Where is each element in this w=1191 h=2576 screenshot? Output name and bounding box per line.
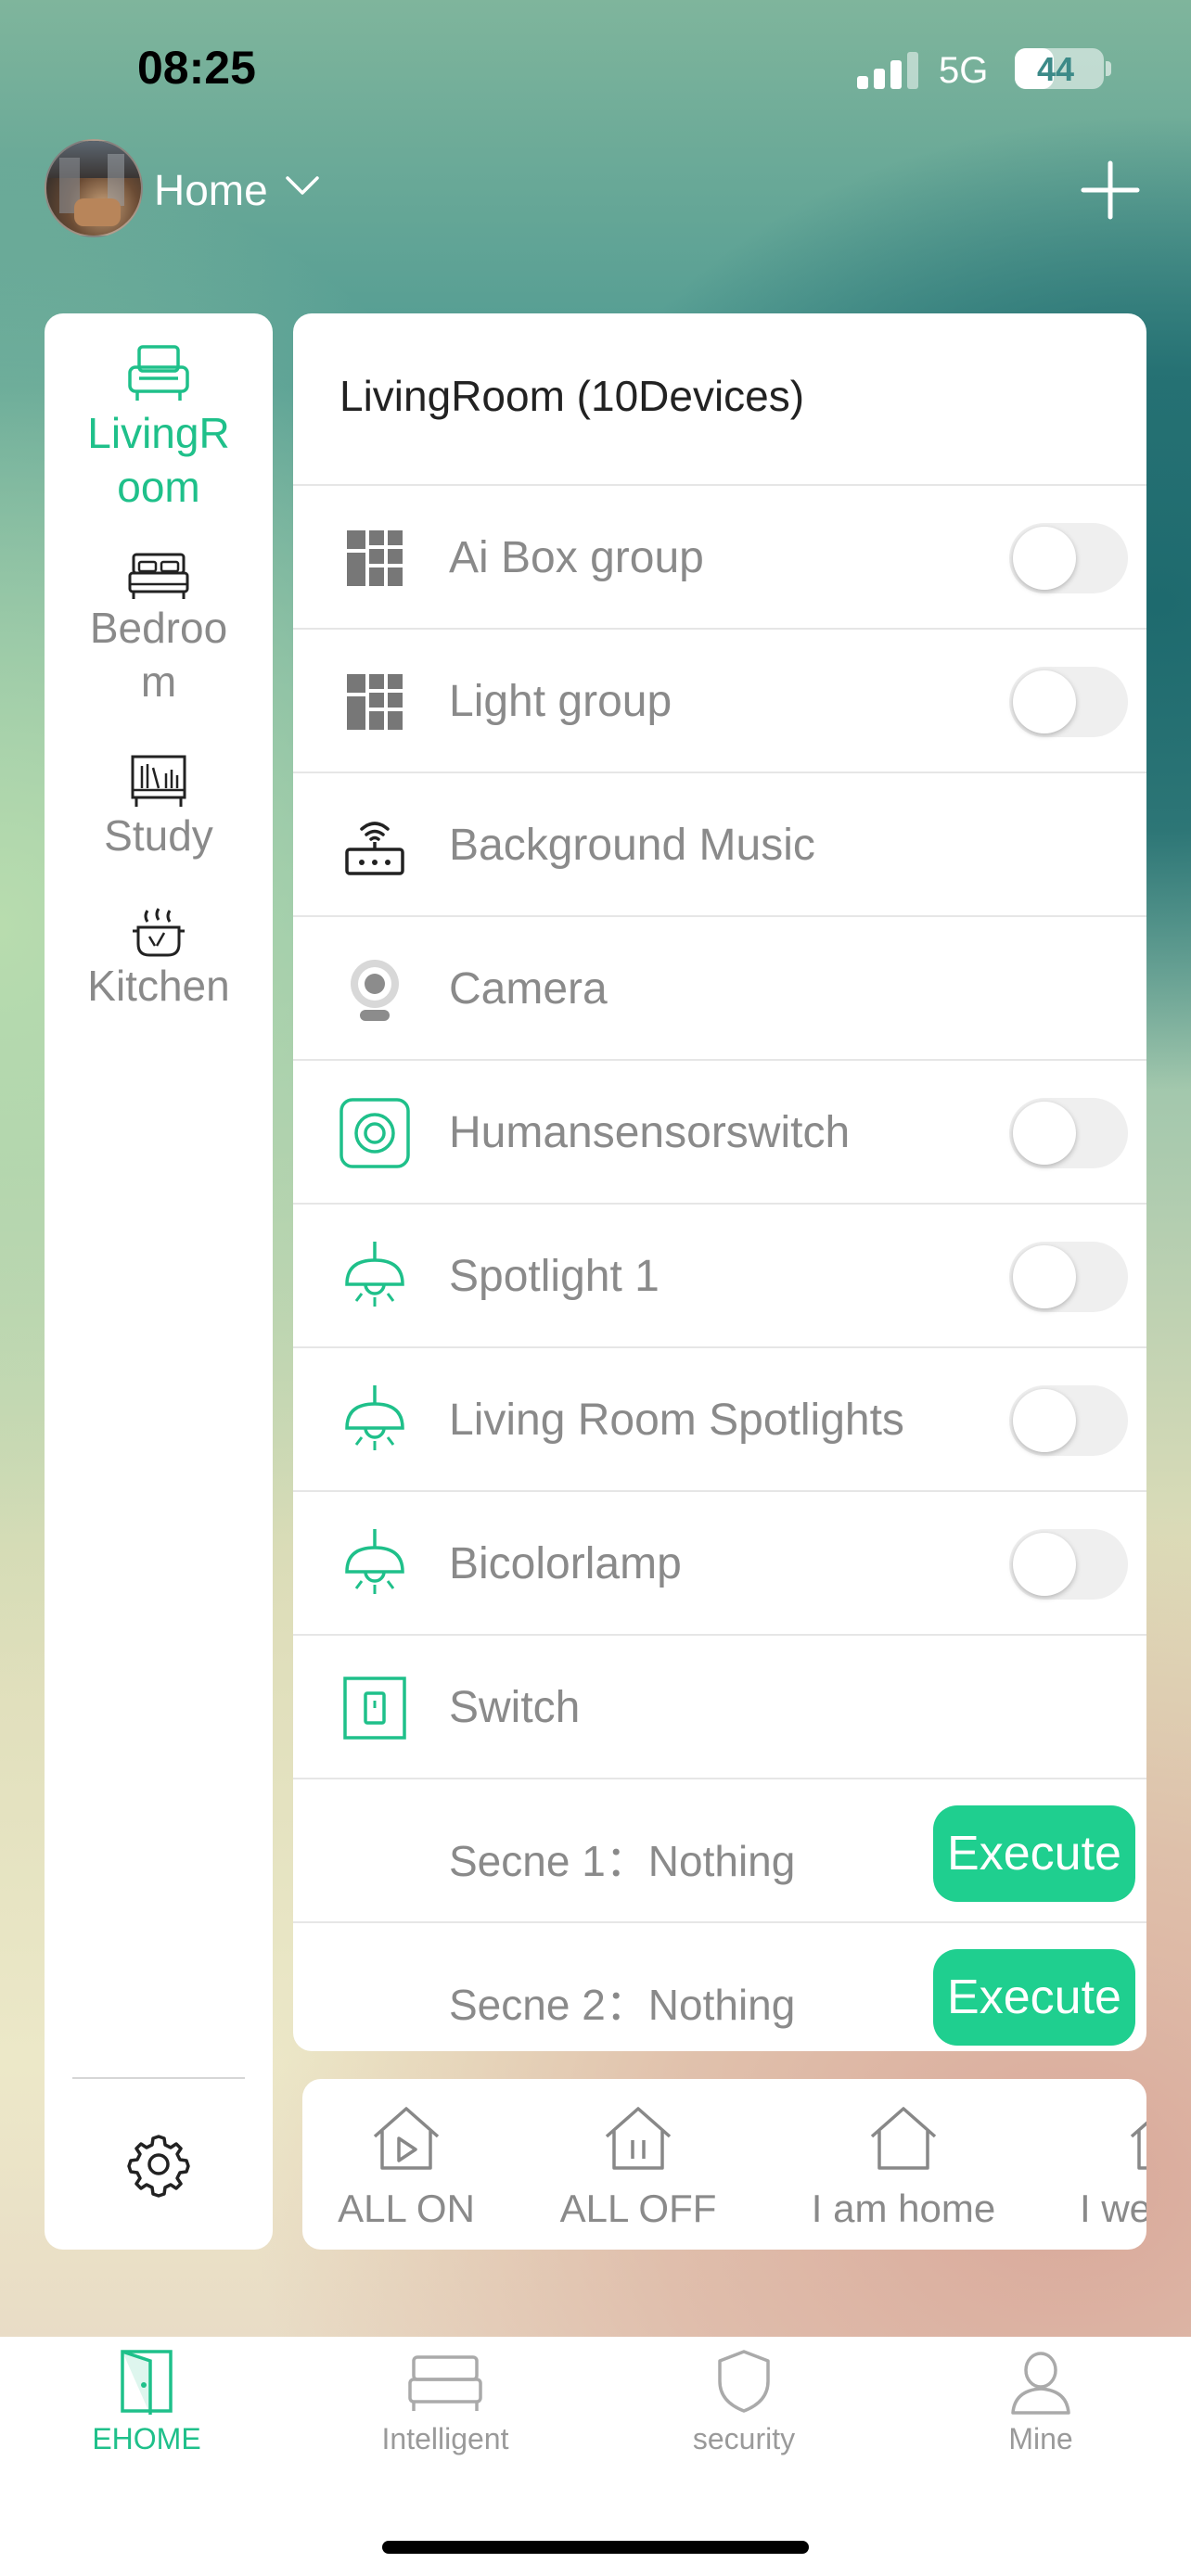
status-time: 08:25 <box>137 42 256 94</box>
scene-row: Secne 2：Nothing Execute <box>293 1921 1146 2051</box>
house-icon <box>870 2107 937 2170</box>
signal-icon <box>857 52 918 89</box>
scene-label: Secne 1：Nothing <box>449 1837 796 1885</box>
sofa-icon <box>128 345 189 401</box>
quick-scene-bar: ALL ON ALL OFF I am home I we <box>302 2079 1146 2250</box>
device-row[interactable]: Humansensorswitch <box>293 1059 1146 1203</box>
sidebar-item-bedroom[interactable]: Bedroo m <box>45 551 273 708</box>
quick-scene-i-am-home[interactable]: I am home <box>792 2103 1015 2231</box>
tab-label: Mine <box>1008 2422 1073 2455</box>
bed-icon <box>128 553 189 599</box>
device-row[interactable]: Spotlight 1 <box>293 1203 1146 1346</box>
tab-label: security <box>692 2422 796 2455</box>
device-name: Spotlight 1 <box>449 1252 660 1301</box>
header: Home <box>0 139 1191 241</box>
ceiling-lamp-icon <box>345 1242 404 1307</box>
cooking-pot-icon <box>133 908 185 957</box>
execute-button[interactable]: Execute <box>933 1805 1135 1902</box>
home-indicator <box>382 2541 809 2554</box>
device-toggle[interactable] <box>1009 523 1128 593</box>
device-row[interactable]: Camera <box>293 915 1146 1059</box>
device-name: Switch <box>449 1683 581 1732</box>
device-name: Humansensorswitch <box>449 1108 851 1157</box>
execute-button[interactable]: Execute <box>933 1949 1135 2046</box>
device-toggle[interactable] <box>1009 1242 1128 1312</box>
sidebar-item-livingroom[interactable]: LivingR oom <box>45 341 273 514</box>
quick-scene-label: I we <box>1080 2187 1146 2230</box>
scene-row: Secne 1：Nothing Execute <box>293 1778 1146 1921</box>
shield-icon <box>718 2350 770 2413</box>
tab-mine[interactable]: Mine <box>939 2348 1143 2456</box>
door-icon <box>121 2350 173 2415</box>
quick-scene-label: ALL ON <box>338 2187 475 2230</box>
sidebar-divider <box>72 2077 245 2079</box>
device-toggle[interactable] <box>1009 667 1128 737</box>
house-icon <box>1130 2121 1146 2170</box>
room-label: LivingR oom <box>87 409 230 511</box>
device-row[interactable]: Switch <box>293 1634 1146 1778</box>
battery-icon: 44 <box>1015 48 1104 89</box>
device-row[interactable]: Ai Box group <box>293 484 1146 628</box>
home-selector-label[interactable]: Home <box>154 165 268 215</box>
wall-switch-icon <box>343 1677 406 1740</box>
tab-intelligent[interactable]: Intelligent <box>343 2348 547 2456</box>
sidebar-item-kitchen[interactable]: Kitchen <box>45 907 273 1013</box>
device-row[interactable]: Living Room Spotlights <box>293 1346 1146 1490</box>
sidebar-item-study[interactable]: Study <box>45 753 273 862</box>
quick-scene-all-off[interactable]: ALL OFF <box>555 2103 722 2231</box>
room-label: Study <box>104 811 213 860</box>
device-name: Light group <box>449 677 672 726</box>
device-name: Living Room Spotlights <box>449 1396 904 1445</box>
scene-label: Secne 2：Nothing <box>449 1981 796 2029</box>
device-row[interactable]: Light group <box>293 628 1146 772</box>
device-row[interactable]: Background Music <box>293 772 1146 915</box>
plus-icon[interactable] <box>1078 158 1143 223</box>
quick-scene-label: I am home <box>811 2187 996 2230</box>
quick-scene-i-went-out[interactable]: I we <box>1080 2103 1146 2231</box>
status-bar: 08:25 5G 44 <box>0 0 1191 139</box>
tab-ehome[interactable]: EHOME <box>45 2348 249 2456</box>
camera-icon <box>351 960 399 1021</box>
ceiling-lamp-icon <box>345 1385 404 1450</box>
user-icon <box>1011 2352 1070 2415</box>
room-label: Kitchen <box>87 962 230 1010</box>
ceiling-lamp-icon <box>345 1529 404 1594</box>
device-name: Bicolorlamp <box>449 1539 682 1588</box>
bed-icon <box>408 2355 482 2411</box>
room-devices-title: LivingRoom (10Devices) <box>339 372 805 420</box>
tab-security[interactable]: security <box>642 2348 846 2456</box>
house-play-icon <box>373 2107 440 2170</box>
device-toggle[interactable] <box>1009 1385 1128 1456</box>
grid-group-icon <box>347 530 403 586</box>
network-type: 5G <box>939 50 989 91</box>
chevron-down-icon[interactable] <box>284 167 321 204</box>
device-row[interactable]: Bicolorlamp <box>293 1490 1146 1634</box>
avatar[interactable] <box>45 139 143 237</box>
battery-nub <box>1106 61 1111 76</box>
battery-level: 44 <box>1036 50 1075 88</box>
device-name: Ai Box group <box>449 533 704 582</box>
device-name: Background Music <box>449 821 815 870</box>
grid-group-icon <box>347 674 403 730</box>
device-name: Camera <box>449 964 608 1014</box>
device-list: LivingRoom (10Devices) Ai Box group Ligh… <box>293 313 1146 2051</box>
device-toggle[interactable] <box>1009 1529 1128 1600</box>
house-pause-icon <box>605 2107 672 2170</box>
bookshelf-icon <box>131 755 186 807</box>
quick-scene-all-on[interactable]: ALL ON <box>323 2103 490 2231</box>
tab-label: EHOME <box>92 2422 201 2455</box>
router-music-icon <box>345 822 404 875</box>
quick-scene-label: ALL OFF <box>559 2187 717 2230</box>
room-label: Bedroo m <box>89 604 228 706</box>
human-sensor-icon <box>339 1098 410 1168</box>
room-sidebar: LivingR oom Bedroo m Study Kitchen <box>45 313 273 2250</box>
tab-label: Intelligent <box>381 2422 509 2455</box>
gear-icon[interactable] <box>125 2131 192 2198</box>
device-toggle[interactable] <box>1009 1098 1128 1168</box>
